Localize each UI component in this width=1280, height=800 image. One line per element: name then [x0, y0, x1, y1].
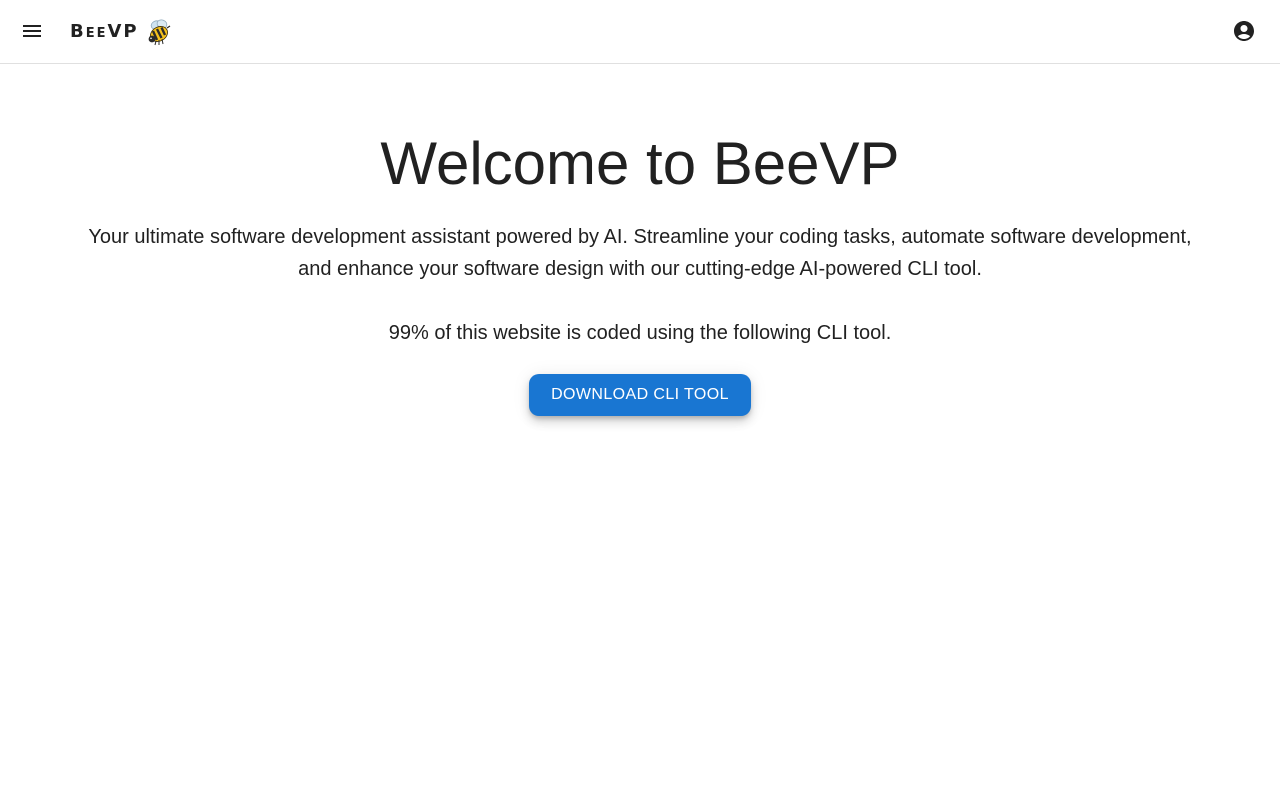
bee-icon — [145, 18, 173, 46]
account-circle-icon — [1232, 19, 1256, 46]
app-bar: BeeVP — [0, 0, 1280, 64]
download-cli-button[interactable]: Download CLI Tool — [529, 374, 751, 416]
hero-note: 99% of this website is coded using the f… — [388, 322, 892, 344]
brand-logo-link[interactable]: BeeVP — [70, 14, 173, 50]
hero-description: Your ultimate software development assis… — [88, 226, 1192, 280]
brand-name: BeeVP — [70, 21, 139, 42]
hero-section: Welcome to BeeVP Your ultimate software … — [0, 64, 1280, 416]
menu-icon — [20, 19, 44, 46]
menu-button[interactable] — [12, 12, 52, 52]
account-button[interactable] — [1224, 12, 1264, 52]
page-title: Welcome to BeeVP — [380, 130, 900, 197]
